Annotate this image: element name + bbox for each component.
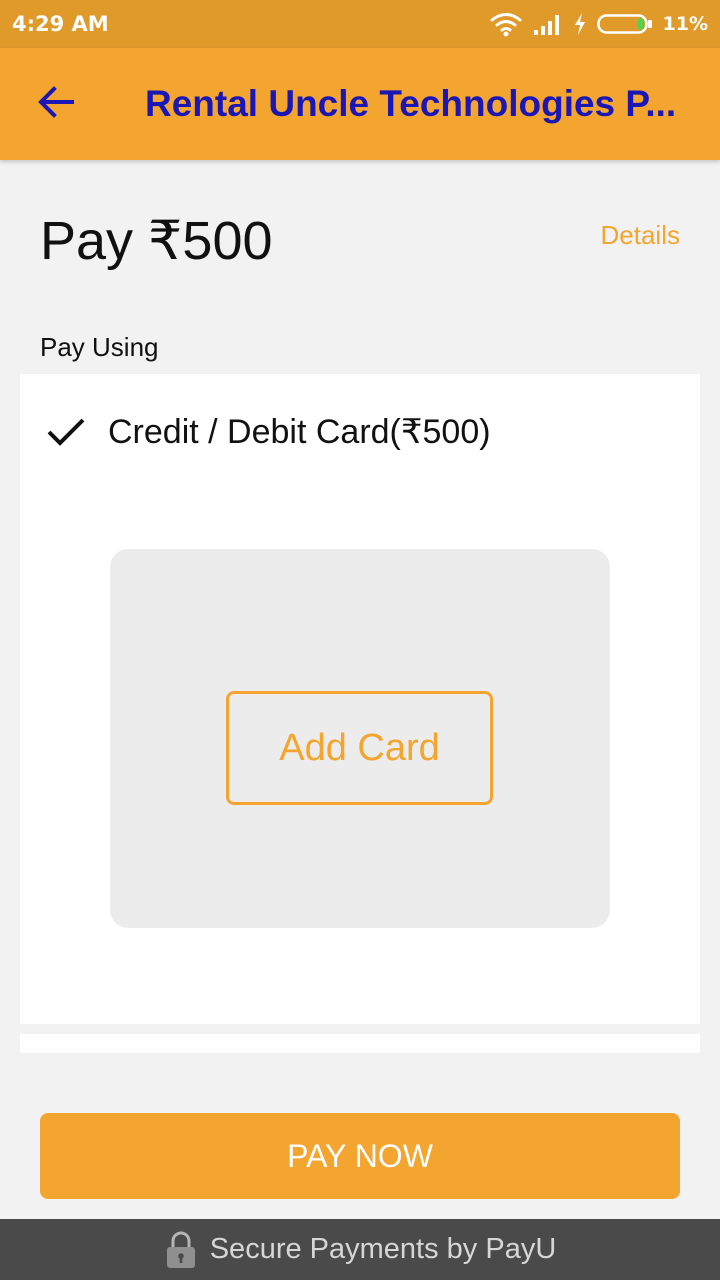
battery-icon <box>596 13 653 35</box>
pay-now-button[interactable]: PAY NOW <box>40 1113 680 1199</box>
app-bar: Rental Uncle Technologies P... <box>0 48 720 160</box>
payment-options-panel <box>20 1034 700 1053</box>
status-time: 4:29 AM <box>12 12 109 36</box>
payment-method-label: Credit / Debit Card(₹500) <box>108 413 491 451</box>
secure-payment-footer: Secure Payments by PayU <box>0 1219 720 1280</box>
lock-icon <box>164 1230 198 1270</box>
charging-icon <box>573 12 587 36</box>
pay-using-label: Pay Using <box>40 332 159 362</box>
card-placeholder: Add Card <box>110 549 610 928</box>
add-card-button[interactable]: Add Card <box>226 691 493 805</box>
back-button[interactable] <box>26 74 86 134</box>
card-payment-option[interactable]: Credit / Debit Card(₹500) <box>40 404 491 460</box>
footer-text: Secure Payments by PayU <box>209 1233 557 1265</box>
check-icon <box>44 410 88 454</box>
payment-screen: 4:29 AM 11% Rental Uncle Technologies P.… <box>0 0 720 1280</box>
arrow-left-icon <box>38 85 74 123</box>
details-link[interactable]: Details <box>601 218 680 252</box>
pay-amount: Pay ₹500 <box>40 211 273 271</box>
merchant-title: Rental Uncle Technologies P... <box>145 83 677 124</box>
wifi-icon <box>489 11 523 37</box>
battery-percentage: 11% <box>662 13 708 35</box>
signal-icon <box>533 12 563 36</box>
status-bar: 4:29 AM 11% <box>0 0 720 48</box>
card-payment-panel: Credit / Debit Card(₹500) Add Card <box>20 374 700 1024</box>
status-icons: 11% <box>489 10 708 38</box>
